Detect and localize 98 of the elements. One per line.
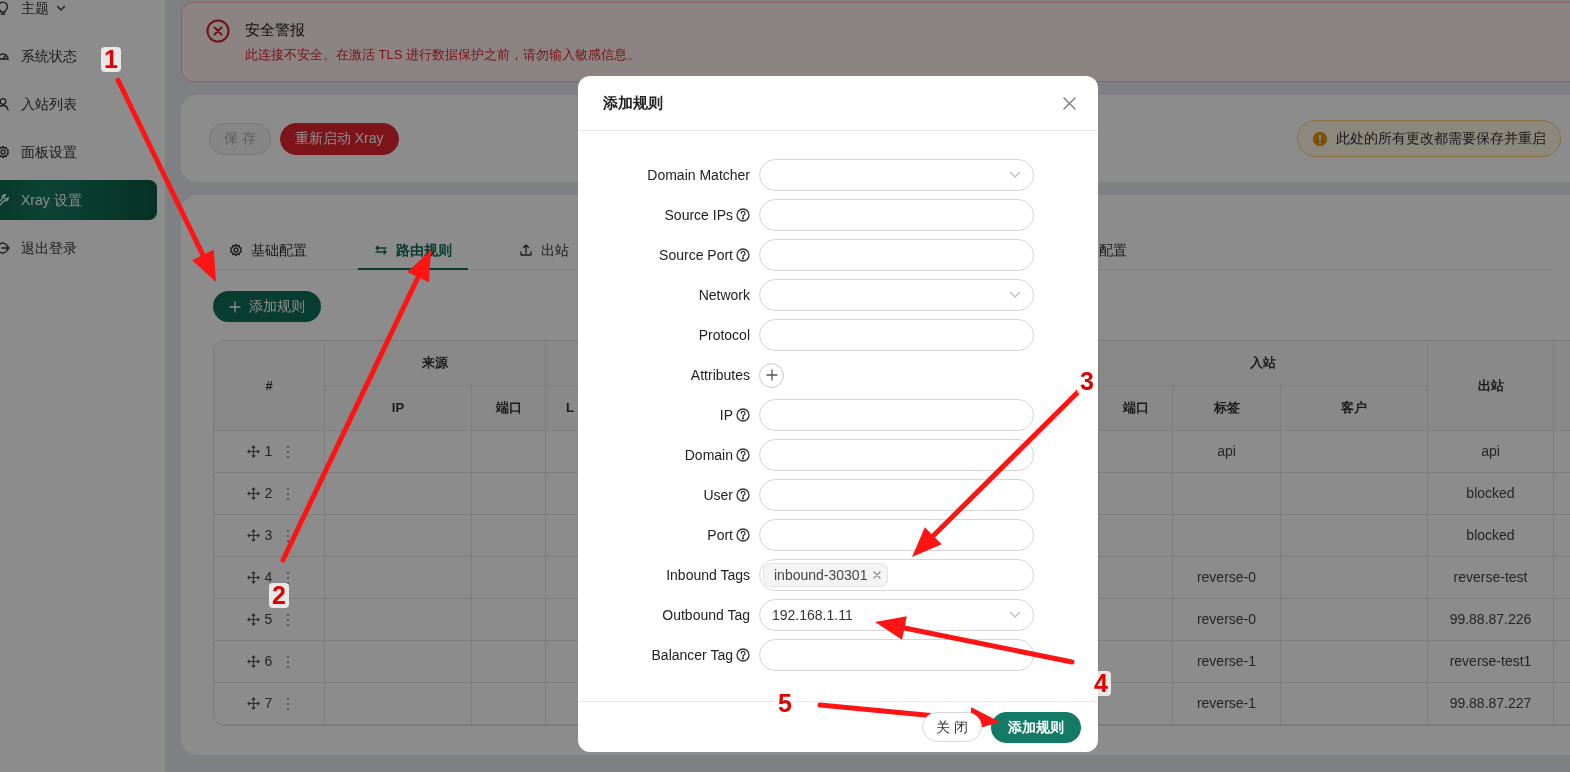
move-icon[interactable] xyxy=(246,529,260,542)
input-field[interactable] xyxy=(759,519,1034,551)
step-badge: 4 xyxy=(1091,669,1111,697)
notice-text: 此处的所有更改都需要保存并重启 xyxy=(1336,129,1546,148)
error-icon xyxy=(206,19,230,43)
table-cell: blocked xyxy=(1428,473,1554,515)
column-header: 标签 xyxy=(1173,386,1281,431)
add-button[interactable] xyxy=(759,362,784,388)
row-number: 3 xyxy=(264,526,273,545)
more-icon[interactable] xyxy=(285,570,292,585)
table-cell: reverse-1 xyxy=(1173,641,1281,683)
input-field[interactable] xyxy=(759,639,1034,671)
input-field[interactable] xyxy=(759,479,1034,511)
field-label: Outbound Tag xyxy=(662,605,750,625)
field-label: Source IPs xyxy=(664,205,733,225)
column-header: # xyxy=(214,341,325,431)
sidebar-item[interactable]: 入站列表 xyxy=(0,84,83,124)
input-field[interactable] xyxy=(759,239,1034,271)
column-header: 出站 xyxy=(1428,341,1554,431)
column-group-header: 来源 xyxy=(325,341,546,386)
step-badge: 1 xyxy=(101,45,121,73)
field-label: Attributes xyxy=(690,365,750,385)
add-rule-button[interactable]: 添加规则 xyxy=(991,711,1081,743)
tab[interactable]: 基础配置 xyxy=(213,232,323,270)
table-cell: reverse-1 xyxy=(1173,683,1281,725)
row-number: 1 xyxy=(264,442,273,461)
sidebar-item[interactable]: Xray 设置 xyxy=(0,180,157,220)
help-icon[interactable] xyxy=(736,648,750,662)
field-label: Inbound Tags xyxy=(666,565,750,585)
move-icon[interactable] xyxy=(246,655,260,668)
row-number: 6 xyxy=(264,652,273,671)
input-field[interactable] xyxy=(759,399,1034,431)
user-icon xyxy=(0,97,10,111)
move-icon[interactable] xyxy=(246,613,260,626)
row-number: 7 xyxy=(264,694,273,713)
dialog-title: 添加规则 xyxy=(603,92,663,113)
row-number: 2 xyxy=(264,484,273,503)
input-field[interactable] xyxy=(759,319,1034,351)
field-label: Balancer Tag xyxy=(651,645,733,665)
move-icon[interactable] xyxy=(246,445,260,458)
field-label: User xyxy=(703,485,733,505)
help-icon[interactable] xyxy=(736,408,750,422)
step-badge: 2 xyxy=(269,581,289,609)
help-icon[interactable] xyxy=(736,208,750,222)
alert-message: 此连接不安全。在激活 TLS 进行数据保护之前，请勿输入敏感信息。 xyxy=(245,46,641,64)
help-icon[interactable] xyxy=(736,528,750,542)
wrench-icon xyxy=(0,193,10,207)
table-cell: api xyxy=(1428,431,1554,473)
close-button[interactable]: 关 闭 xyxy=(922,712,982,742)
field-label: Domain Matcher xyxy=(647,165,750,185)
field-label: Protocol xyxy=(698,325,750,345)
plus-icon xyxy=(229,300,241,313)
swap-icon xyxy=(374,243,388,257)
move-icon[interactable] xyxy=(246,697,260,710)
move-icon[interactable] xyxy=(246,487,260,500)
logout-icon xyxy=(0,241,10,255)
field-label: Domain xyxy=(684,445,733,465)
plus-icon xyxy=(765,369,778,381)
table-cell: blocked xyxy=(1428,515,1554,557)
tab[interactable]: 出站 xyxy=(503,232,585,270)
field-label: IP xyxy=(719,405,733,425)
table-cell: reverse-0 xyxy=(1173,599,1281,641)
table-cell: reverse-test xyxy=(1428,557,1554,599)
column-header: 客户 xyxy=(1281,386,1428,431)
column-header: 端口 xyxy=(1099,386,1173,431)
table-cell: reverse-test1 xyxy=(1428,641,1554,683)
lightbulb-icon xyxy=(0,1,10,15)
input-field[interactable] xyxy=(759,439,1034,471)
tag[interactable]: inbound-30301 xyxy=(763,563,889,587)
sidebar-item[interactable]: 面板设置 xyxy=(0,132,83,172)
add-rule-button[interactable]: 添加规则 xyxy=(213,291,321,322)
row-number: 5 xyxy=(264,610,273,629)
field-label: Port xyxy=(707,525,733,545)
sidebar-item[interactable]: 退出登录 xyxy=(0,228,83,268)
help-icon[interactable] xyxy=(736,448,750,462)
remove-icon[interactable] xyxy=(873,571,882,579)
close-icon[interactable] xyxy=(1063,96,1076,110)
field-label: Source Port xyxy=(659,245,733,265)
restart-button[interactable]: 重新启动 Xray xyxy=(279,122,399,155)
table-cell: api xyxy=(1173,431,1281,473)
column-group-header: 入站 xyxy=(1099,341,1428,386)
gear-icon xyxy=(0,145,10,159)
move-icon[interactable] xyxy=(246,571,260,584)
table-cell: reverse-0 xyxy=(1173,557,1281,599)
help-icon[interactable] xyxy=(736,248,750,262)
sidebar-item[interactable]: 主题 xyxy=(0,0,157,28)
warning-icon xyxy=(1312,130,1328,147)
gear-icon xyxy=(229,243,243,257)
table-cell: 99.88.87.226 xyxy=(1428,599,1554,641)
input-field[interactable] xyxy=(759,199,1034,231)
column-header: IP xyxy=(325,386,472,431)
table-cell: 99.88.87.227 xyxy=(1428,683,1554,725)
field-label: Network xyxy=(698,285,750,305)
column-header: 端口 xyxy=(472,386,546,431)
alert-title: 安全警报 xyxy=(245,20,306,40)
sidebar-item[interactable]: 系统状态 xyxy=(0,36,83,76)
help-icon[interactable] xyxy=(736,488,750,502)
upload-icon xyxy=(519,243,533,257)
